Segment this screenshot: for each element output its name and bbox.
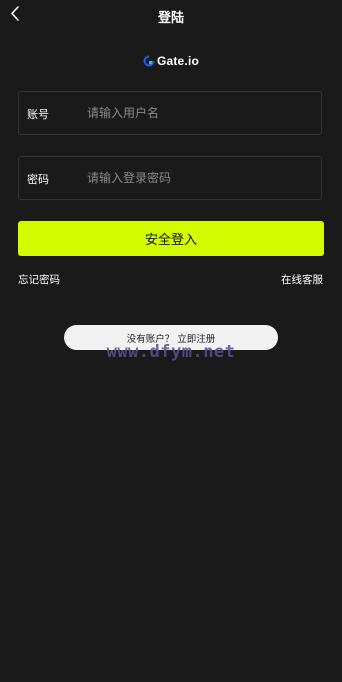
username-input[interactable] [87, 102, 311, 124]
forgot-password-link[interactable]: 忘记密码 [18, 272, 60, 287]
gate-io-logo: Gate.io [0, 53, 342, 69]
username-field[interactable]: 账号 [18, 91, 322, 135]
password-field[interactable]: 密码 [18, 156, 322, 200]
password-label: 密码 [27, 173, 49, 186]
secure-login-button[interactable]: 安全登入 [18, 221, 324, 256]
password-input[interactable] [87, 167, 311, 189]
online-support-link[interactable]: 在线客服 [281, 272, 323, 287]
username-label: 账号 [27, 108, 49, 121]
logo-text: Gate.io [156, 54, 200, 68]
header: 登陆 [0, 0, 342, 30]
watermark: www.dfym.net [106, 342, 236, 362]
page-title: 登陆 [157, 11, 184, 26]
gate-io-logo-icon [143, 55, 155, 67]
